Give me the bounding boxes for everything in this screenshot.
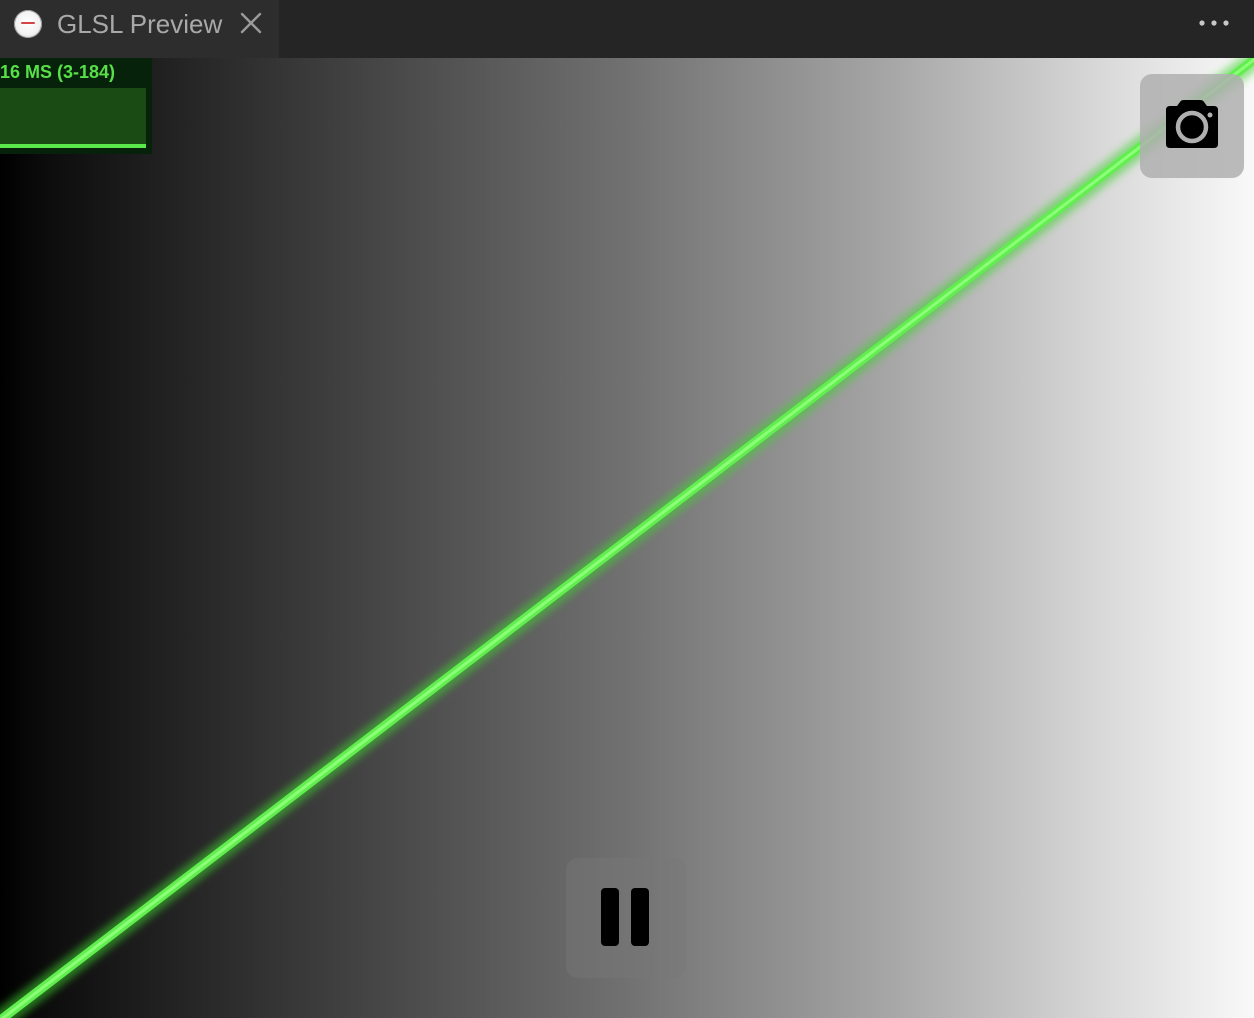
pause-button[interactable] <box>566 858 686 978</box>
frame-time-graph <box>0 88 146 148</box>
more-icon <box>1199 20 1229 26</box>
more-actions-button[interactable] <box>1194 10 1234 36</box>
app-logo-icon <box>14 10 42 38</box>
tab-title: GLSL Preview <box>57 9 223 39</box>
title-bar: GLSL Preview <box>0 0 1254 58</box>
tab-glsl-preview[interactable]: GLSL Preview <box>0 0 279 58</box>
screenshot-button[interactable] <box>1140 74 1244 178</box>
close-icon[interactable] <box>238 10 264 36</box>
frame-time-bar <box>0 144 146 148</box>
camera-icon <box>1166 100 1218 148</box>
fps-stats-panel[interactable]: 16 MS (3-184) <box>0 58 152 154</box>
frame-time-label: 16 MS (3-184) <box>0 62 116 82</box>
